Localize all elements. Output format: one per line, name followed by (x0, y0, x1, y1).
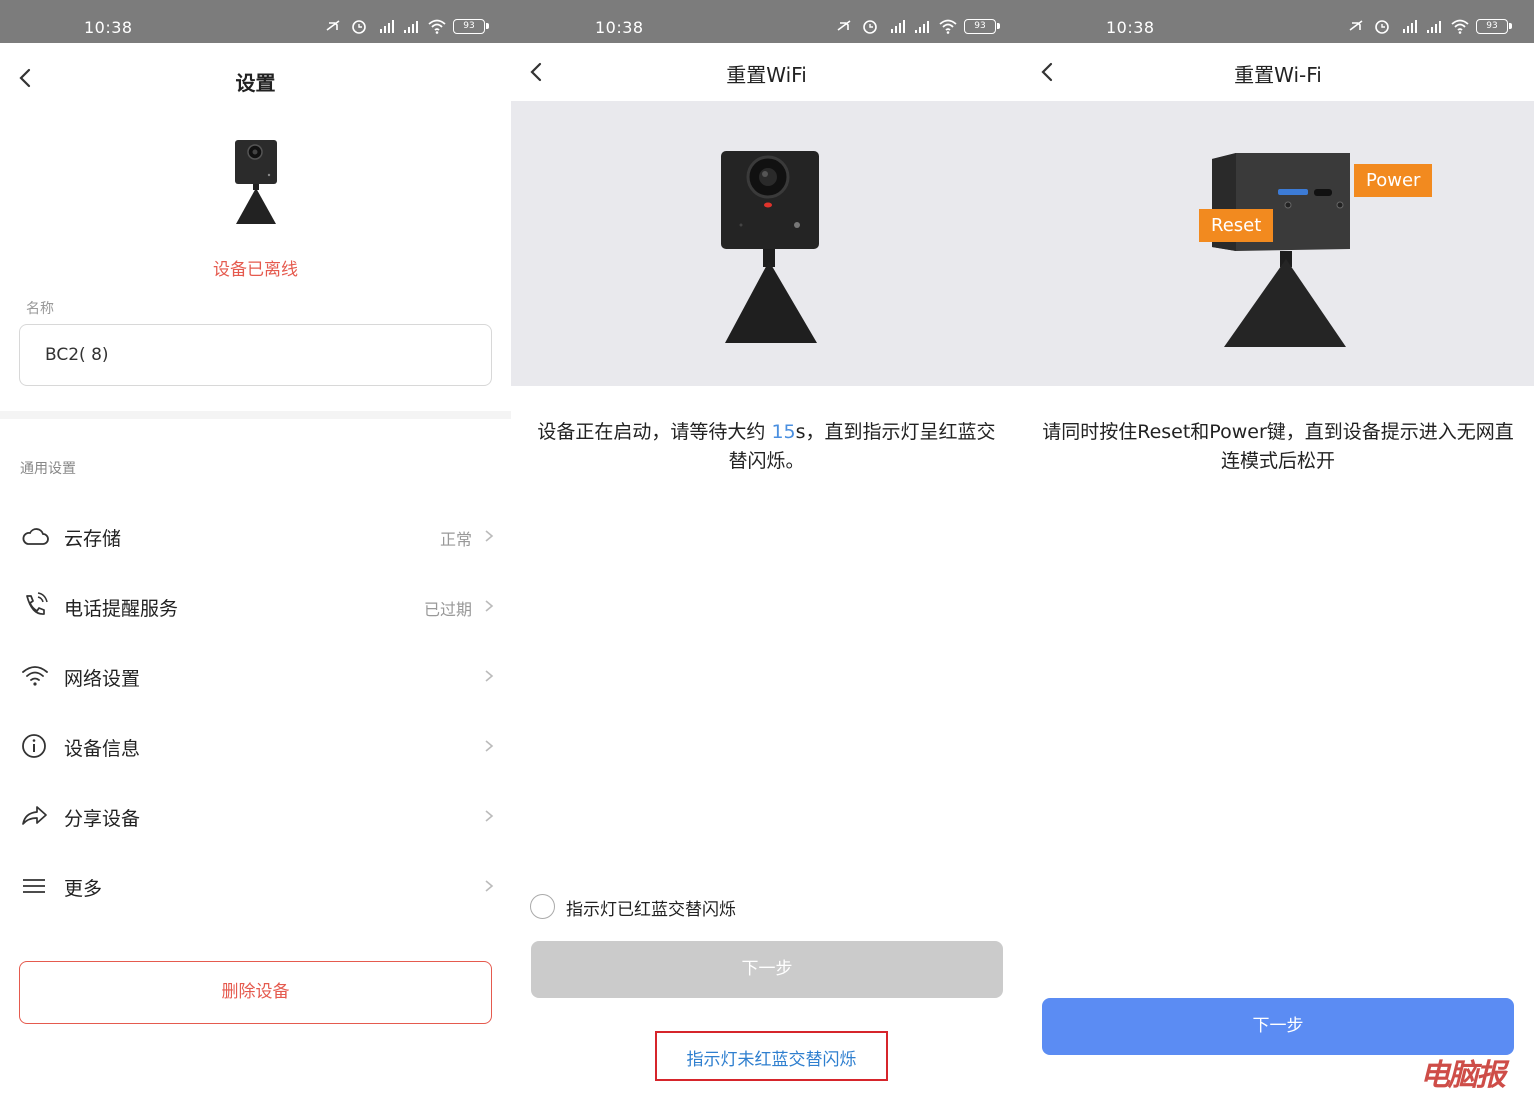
watermark-logo: 电脑报 (1420, 1058, 1506, 1093)
reset-wifi-screen: 10:38 93 重置WiFi 设备正在启动，请等待大约 15s，直到指示灯呈红… (511, 0, 1022, 1108)
phone-icon (26, 592, 48, 615)
mute-vibrate-icon (1349, 20, 1363, 31)
menu-icon (23, 879, 45, 893)
signal-icon (1427, 21, 1441, 33)
chevron-right-icon (485, 530, 494, 542)
menu-label: 分享设备 (64, 808, 141, 830)
name-label: 名称 (26, 301, 54, 317)
menu-item-share-device[interactable]: 分享设备 (0, 788, 511, 844)
menu-item-phone-alert[interactable]: 电话提醒服务 已过期 (0, 578, 511, 634)
chevron-right-icon (485, 810, 494, 822)
camera-back-illustration: Reset Power (1022, 101, 1534, 386)
menu-label: 电话提醒服务 (64, 598, 179, 620)
battery-icon: 93 (964, 18, 1000, 34)
nav-bar: 设置 (0, 43, 511, 101)
status-bar: 10:38 93 (511, 0, 1022, 43)
signal-hd-icon (380, 20, 394, 33)
nav-bar: 重置WiFi (511, 43, 1022, 101)
page-title: 重置Wi-Fi (1234, 63, 1322, 87)
instruction-part-a: 设备正在启动，请等待大约 (537, 421, 772, 443)
reset-callout: Reset (1199, 209, 1274, 242)
camera-back-image (1212, 153, 1350, 347)
wifi-status-icon (1451, 19, 1469, 34)
device-name-value: BC2( 8) (45, 345, 109, 365)
signal-icon (404, 21, 418, 33)
alarm-icon (1375, 20, 1389, 34)
share-icon (22, 806, 47, 825)
chevron-right-icon (485, 740, 494, 752)
chevron-right-icon (485, 880, 494, 892)
instruction-highlight: 15 (771, 421, 796, 443)
led-confirm-checkbox[interactable] (530, 894, 555, 919)
signal-hd-icon (891, 20, 905, 33)
offline-status: 设备已离线 (213, 260, 298, 280)
page-title: 设置 (235, 71, 276, 95)
chevron-right-icon (485, 600, 494, 612)
menu-label: 更多 (64, 878, 103, 900)
status-icons: 93 (834, 18, 1000, 34)
menu-item-cloud-storage[interactable]: 云存储 正常 (0, 508, 511, 564)
camera-front-image (721, 151, 819, 343)
status-bar: 10:38 93 (1022, 0, 1534, 43)
wifi-status-icon (428, 19, 446, 34)
menu-item-device-info[interactable]: 设备信息 (0, 718, 511, 774)
settings-screen: 10:38 93 设置 设备已离线 名称 BC2( 8) 通用设置 云存储 正常 (0, 0, 511, 1108)
battery-icon: 93 (1476, 18, 1512, 34)
alarm-icon (863, 20, 877, 34)
status-time: 10:38 (1106, 18, 1155, 37)
battery-icon: 93 (453, 18, 489, 34)
menu-label: 云存储 (64, 528, 122, 550)
page-title: 重置WiFi (726, 63, 807, 87)
instruction-text: 请同时按住Reset和Power键，直到设备提示进入无网直连模式后松开 (1042, 421, 1514, 472)
checkbox-label: 指示灯已红蓝交替闪烁 (566, 900, 736, 920)
camera-thumbnail (235, 140, 277, 224)
cloud-icon (22, 528, 49, 545)
alarm-icon (352, 20, 366, 34)
menu-value: 已过期 (423, 600, 472, 619)
nav-bar: 重置Wi-Fi (1022, 43, 1534, 101)
mute-vibrate-icon (837, 20, 851, 31)
wifi-status-icon (939, 19, 957, 34)
wifi-icon (22, 666, 48, 686)
menu-item-network-settings[interactable]: 网络设置 (0, 648, 511, 704)
next-button[interactable]: 下一步 (531, 941, 1003, 998)
menu-label: 网络设置 (64, 668, 141, 690)
led-not-flashing-link[interactable]: 指示灯未红蓝交替闪烁 (657, 1045, 886, 1070)
signal-icon (915, 21, 929, 33)
info-icon (22, 734, 46, 758)
reset-wifi-buttons-screen: 10:38 93 重置Wi-Fi Reset Power 请同时按住Reset和… (1022, 0, 1534, 1108)
power-callout: Power (1354, 164, 1433, 197)
section-divider (0, 411, 511, 419)
signal-hd-icon (1403, 20, 1417, 33)
device-name-field[interactable]: BC2( 8) (19, 324, 492, 386)
camera-illustration (511, 101, 1022, 386)
instruction-text: 设备正在启动，请等待大约 15s，直到指示灯呈红蓝交替闪烁。 (531, 418, 1002, 476)
menu-label: 设备信息 (64, 738, 141, 760)
status-bar: 10:38 93 (0, 0, 511, 43)
delete-device-button[interactable]: 删除设备 (19, 961, 492, 1024)
status-time: 10:38 (595, 18, 644, 37)
next-button[interactable]: 下一步 (1042, 998, 1514, 1055)
chevron-right-icon (485, 670, 494, 682)
menu-value: 正常 (439, 530, 472, 549)
status-icons: 93 (1346, 18, 1512, 34)
status-time: 10:38 (84, 18, 133, 37)
help-link-box[interactable]: 指示灯未红蓝交替闪烁 (655, 1031, 888, 1081)
menu-item-more[interactable]: 更多 (0, 858, 511, 914)
section-title: 通用设置 (20, 461, 76, 477)
status-icons: 93 (323, 18, 489, 34)
mute-vibrate-icon (326, 20, 340, 31)
